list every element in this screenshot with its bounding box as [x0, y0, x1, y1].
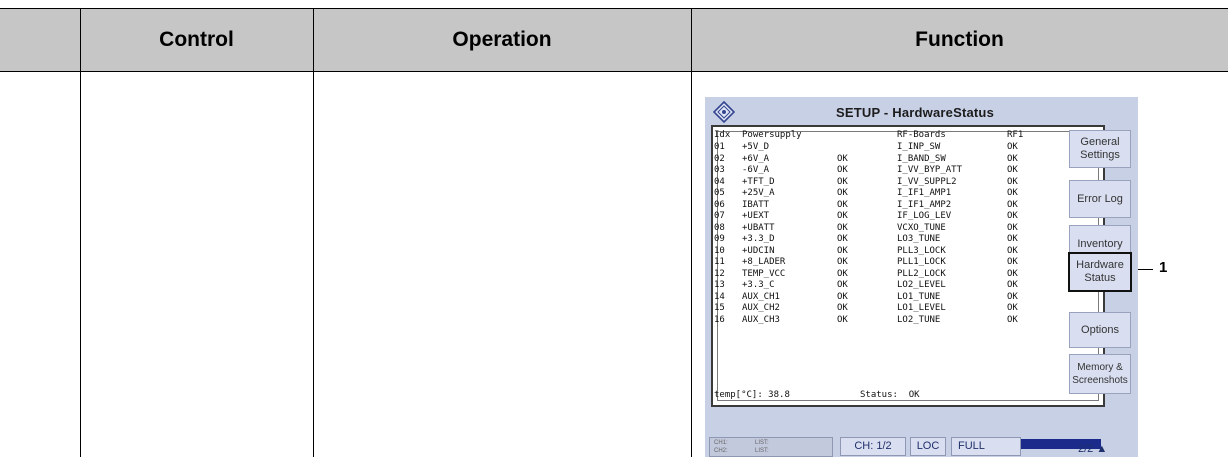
list-item: 07 +UEXT OK IF_LOG_LEV OK	[714, 211, 1018, 221]
loc-indicator: LOC	[910, 437, 946, 456]
hardware-status-screenshot: SETUP - HardwareStatus Idx Powersupply R…	[705, 97, 1138, 457]
hardware-status-softkey[interactable]: Hardware Status	[1068, 252, 1132, 292]
column-divider	[691, 8, 692, 457]
bottom-status-bar: CH1: CH2: LIST: LIST: CH: 1/2 LOC FULL 2…	[705, 435, 1138, 457]
ch2-label: CH2:	[714, 448, 728, 454]
status-list: 01 +5V_D I_INP_SW OK 02 +6V_A OK I_BAND_SW OK 0…	[714, 142, 1094, 326]
full-indicator: FULL	[951, 437, 1021, 456]
callout-leader-line	[1138, 269, 1153, 270]
temperature-readout: temp[°C]: 38.8	[714, 390, 790, 400]
memory-screenshots-softkey[interactable]: Memory & Screenshots	[1069, 354, 1131, 394]
page-indicator[interactable]: 2/2 ▲	[1078, 443, 1138, 455]
header-operation: Operation	[452, 28, 552, 51]
error-log-softkey[interactable]: Error Log	[1069, 180, 1131, 218]
column-header-idx: Idx	[714, 130, 731, 140]
screen-title: SETUP - HardwareStatus	[835, 105, 995, 120]
rohde-schwarz-logo-icon	[713, 101, 735, 123]
table-top-rule	[0, 8, 1228, 9]
column-header-rf1: RF1	[1007, 130, 1024, 140]
list-item: 06 IBATT OK I_IF1_AMP2 OK	[714, 199, 1018, 210]
list-item: 09 +3.3_D OK LO3_TUNE OK	[714, 234, 1018, 244]
list1-label: LIST:	[755, 440, 769, 446]
list-item: 14 AUX_CH1 OK LO1_TUNE OK	[714, 291, 1018, 302]
options-softkey[interactable]: Options	[1069, 312, 1131, 348]
list-item: 10 +UDCIN OK PLL3_LOCK OK	[714, 245, 1018, 256]
channel-indicator: CH: 1/2	[840, 437, 906, 456]
header-control: Control	[159, 28, 234, 51]
list-item: 05 +25V_A OK I_IF1_AMP1 OK	[714, 188, 1018, 198]
list-item: 01 +5V_D I_INP_SW OK	[714, 142, 1018, 152]
list2-label: LIST:	[755, 448, 769, 454]
table-header-rule	[0, 71, 1228, 72]
column-header-powersupply: Powersupply	[742, 130, 802, 140]
channel-info-box: CH1: CH2: LIST: LIST:	[709, 437, 833, 457]
header-function: Function	[915, 28, 1004, 51]
list-item: 03 -6V_A OK I_VV_BYP_ATT OK	[714, 165, 1018, 175]
general-settings-softkey[interactable]: General Settings	[1069, 130, 1131, 168]
list-item: 13 +3.3_C OK LO2_LEVEL OK	[714, 280, 1018, 290]
list-item: 11 +8_LADER OK PLL1_LOCK OK	[714, 257, 1018, 267]
list-item: 12 TEMP_VCC OK PLL2_LOCK OK	[714, 268, 1018, 279]
column-divider	[80, 8, 81, 457]
list-item: 08 +UBATT OK VCXO_TUNE OK	[714, 222, 1018, 233]
column-divider	[313, 8, 314, 457]
list-item: 04 +TFT_D OK I_VV_SUPPL2 OK	[714, 176, 1018, 187]
list-item: 15 AUX_CH2 OK LO1_LEVEL OK	[714, 303, 1018, 313]
overall-status: Status: OK	[860, 390, 920, 400]
list-item: 16 AUX_CH3 OK LO2_TUNE OK	[714, 314, 1018, 325]
list-item: 02 +6V_A OK I_BAND_SW OK	[714, 153, 1018, 164]
column-header-rf-boards: RF-Boards	[897, 130, 946, 140]
ch1-label: CH1:	[714, 440, 728, 446]
callout-number: 1	[1159, 259, 1168, 276]
